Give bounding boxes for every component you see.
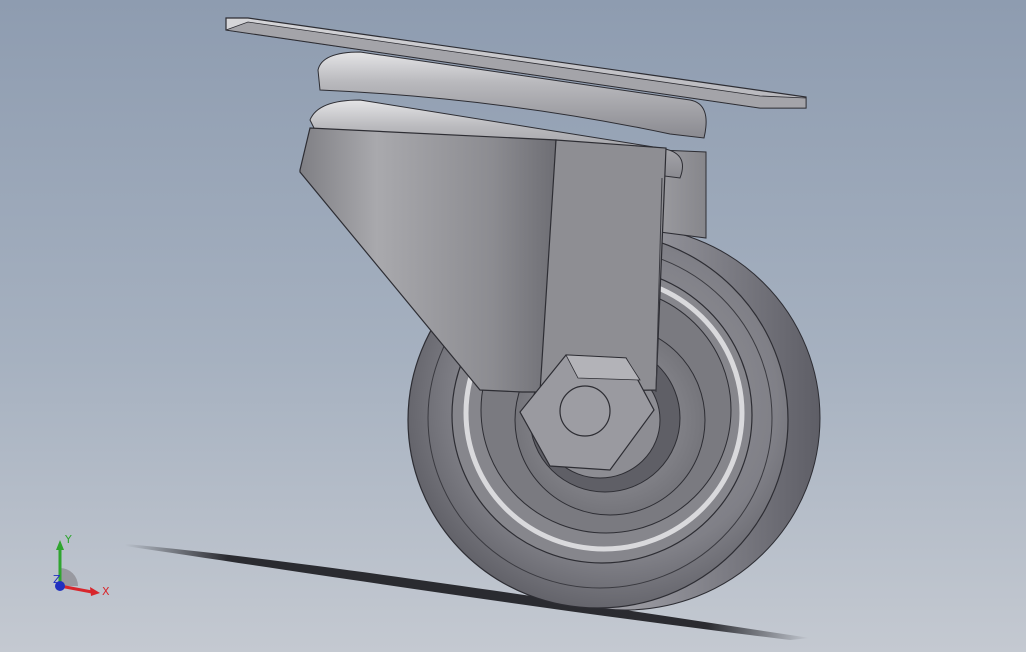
x-axis-arrow [90, 587, 100, 596]
z-axis-label: Z [53, 573, 61, 586]
caster-wheel-model[interactable] [0, 0, 1026, 652]
y-axis-label: Y [64, 533, 72, 546]
graphics-viewport[interactable]: Y X Z [0, 0, 1026, 652]
orientation-triad: Y X Z [40, 528, 120, 608]
triad-graphic: Y X Z [53, 533, 110, 598]
fork-side-plate [539, 139, 667, 393]
x-axis-label: X [102, 585, 110, 598]
axle-bolt [559, 385, 611, 437]
y-axis-arrow [56, 540, 64, 550]
